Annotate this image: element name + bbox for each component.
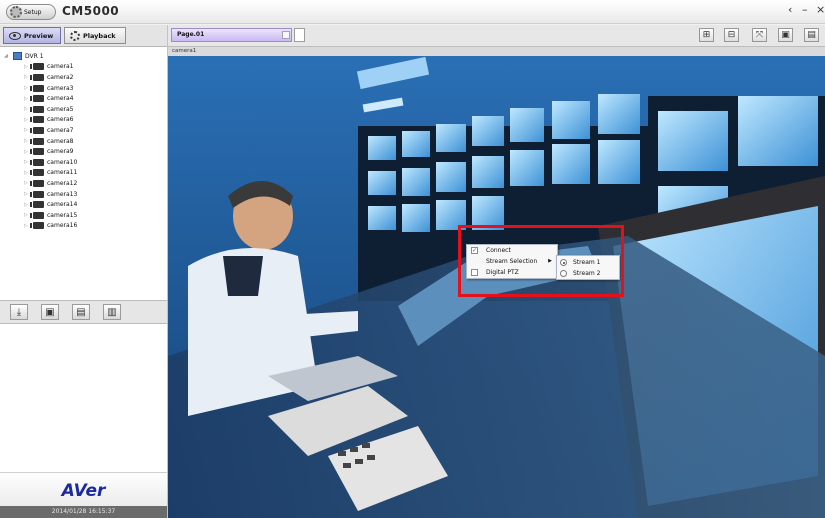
camera-label: camera10 (47, 158, 78, 166)
layout-select-icon[interactable]: ⊟ (724, 28, 739, 42)
page-tab-label: Page.01 (177, 31, 205, 38)
camera-label: camera5 (47, 105, 74, 113)
download-icon[interactable]: ⤓ (10, 304, 28, 320)
page-close-icon[interactable] (282, 31, 290, 39)
back-icon[interactable]: ‹ (788, 3, 792, 16)
layout-grid-icon[interactable]: ⊞ (699, 28, 714, 42)
camera-icon (30, 201, 44, 209)
tree-item-camera[interactable]: ▷ camera7 (0, 125, 167, 136)
tree-item-camera[interactable]: ▷ camera12 (0, 178, 167, 189)
audio-icon[interactable]: ▥ (103, 304, 121, 320)
camera-label: camera14 (47, 201, 78, 209)
dvr-icon (13, 52, 22, 61)
camera-label: camera3 (47, 84, 74, 92)
expand-arrow-icon[interactable]: ◢ (4, 53, 10, 59)
gear-icon (10, 6, 22, 18)
camera-label: camera15 (47, 211, 78, 219)
tab-playback-label: Playback (83, 31, 116, 40)
camera-icon (30, 179, 44, 187)
tree-item-camera[interactable]: ▷ camera2 (0, 72, 167, 83)
record-icon[interactable]: ▤ (72, 304, 90, 320)
display-icon[interactable]: ▤ (804, 28, 819, 42)
camera-label: camera11 (47, 169, 78, 177)
camera-label: camera13 (47, 190, 78, 198)
tree-item-camera[interactable]: ▷ camera6 (0, 115, 167, 126)
camera-icon (30, 137, 44, 145)
snapshot-toolbar-icon[interactable]: ▣ (778, 28, 793, 42)
tree-item-camera[interactable]: ▷ camera13 (0, 189, 167, 200)
add-page-button[interactable] (294, 28, 305, 42)
camera-label: camera4 (47, 95, 74, 103)
camera-icon (30, 148, 44, 156)
tree-item-camera[interactable]: ▷ camera11 (0, 168, 167, 179)
setup-label: Setup (24, 8, 42, 16)
datetime-display: 2014/01/28 16:15:37 (0, 506, 167, 518)
tree-item-camera[interactable]: ▷ camera9 (0, 146, 167, 157)
tree-item-dvr[interactable]: ◢ DVR 1 (0, 51, 167, 62)
camera-label: camera7 (47, 126, 74, 134)
camera-icon (30, 169, 44, 177)
tree-item-camera[interactable]: ▷ camera1 (0, 62, 167, 73)
camera-label: camera1 (47, 63, 74, 71)
camera-icon (30, 222, 44, 230)
mode-tabs: Preview Playback (0, 25, 167, 47)
camera-icon (30, 126, 44, 134)
tab-playback[interactable]: Playback (64, 27, 126, 44)
device-tree: ◢ DVR 1 ▷ camera1 ▷ camera2 ▷ camera3 ▷ camera4… (0, 48, 167, 298)
camera-icon (30, 158, 44, 166)
camera-label: camera8 (47, 137, 74, 145)
camera-icon (30, 95, 44, 103)
camera-title-bar: camera1 (168, 47, 825, 56)
camera-icon (30, 190, 44, 198)
minimize-icon[interactable]: – (802, 3, 808, 16)
tab-preview[interactable]: Preview (3, 27, 61, 44)
red-highlight-box (458, 225, 624, 297)
camera-label: camera12 (47, 179, 78, 187)
camera-icon (30, 211, 44, 219)
ptz-toolbar: ⤓ ▣ ▤ ▥ (0, 300, 167, 324)
camera-icon (30, 116, 44, 124)
close-icon[interactable]: × (816, 3, 825, 16)
camera-label: camera16 (47, 222, 78, 230)
left-panel: Preview Playback ◢ DVR 1 ▷ camera1 ▷ camera… (0, 25, 168, 518)
snapshot-icon[interactable]: ▣ (41, 304, 59, 320)
dvr-label: DVR 1 (25, 52, 44, 60)
tree-item-camera[interactable]: ▷ camera14 (0, 199, 167, 210)
tree-item-camera[interactable]: ▷ camera4 (0, 93, 167, 104)
logo-area: AVer 2014/01/28 16:15:37 (0, 472, 167, 518)
camera-label: camera2 (47, 73, 74, 81)
camera-label: camera6 (47, 116, 74, 124)
app-title: CM5000 (62, 4, 120, 18)
tree-item-camera[interactable]: ▷ camera8 (0, 136, 167, 147)
page-tab[interactable]: Page.01 (171, 28, 292, 42)
camera-icon (30, 73, 44, 81)
film-reel-icon (70, 30, 80, 41)
camera-icon (30, 84, 44, 92)
tree-item-camera[interactable]: ▷ camera10 (0, 157, 167, 168)
tree-item-camera[interactable]: ▷ camera5 (0, 104, 167, 115)
view-toolbar: Page.01 ⊞ ⊟ ⤧ ▣ ▤ (168, 25, 825, 47)
title-bar: Setup CM5000 ‹ – × (0, 0, 825, 24)
setup-button[interactable]: Setup (6, 4, 56, 20)
tree-item-camera[interactable]: ▷ camera15 (0, 210, 167, 221)
aver-logo: AVer (61, 481, 106, 501)
camera-icon (30, 63, 44, 71)
tab-preview-label: Preview (24, 31, 54, 40)
camera-label: camera1 (172, 48, 197, 54)
camera-icon (30, 105, 44, 113)
eye-icon (9, 31, 21, 40)
tree-item-camera[interactable]: ▷ camera3 (0, 83, 167, 94)
fullscreen-icon[interactable]: ⤧ (752, 28, 767, 42)
tree-item-camera[interactable]: ▷ camera16 (0, 221, 167, 232)
camera-label: camera9 (47, 148, 74, 156)
